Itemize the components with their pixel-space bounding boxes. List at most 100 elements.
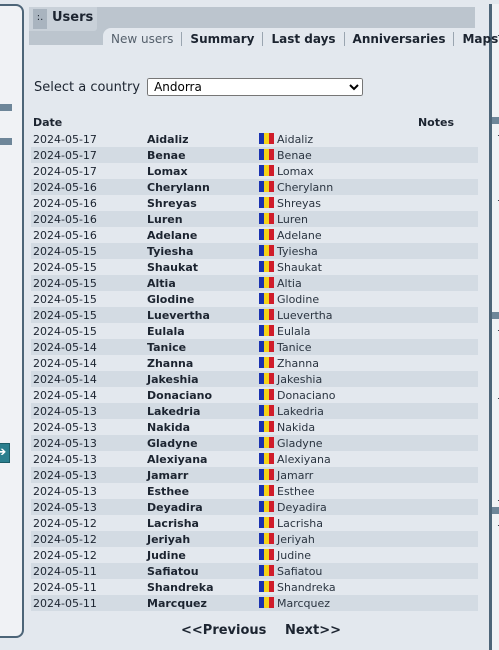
row-username[interactable]: Tanice (145, 339, 257, 355)
tab-maps[interactable]: Maps (454, 32, 499, 46)
row-username[interactable]: Donaciano (145, 387, 257, 403)
row-flag-name: Luevertha (277, 308, 333, 322)
row-username[interactable]: Shandreka (145, 579, 257, 595)
row-date: 2024-05-12 (33, 548, 97, 562)
row-username[interactable]: Jamarr (145, 467, 257, 483)
row-username[interactable]: Lacrisha (145, 515, 257, 531)
andorra-flag-icon (259, 404, 274, 416)
row-username[interactable]: Luevertha (145, 307, 257, 323)
andorra-flag-icon (259, 388, 274, 400)
table-row: 2024-05-15 Luevertha Luevertha (31, 307, 478, 323)
row-flag-name: Jamarr (277, 468, 314, 482)
row-date: 2024-05-13 (31, 467, 145, 483)
row-flag-cell: Tyiesha (257, 243, 478, 259)
right-sidebar-bar (492, 312, 499, 319)
row-username[interactable]: Esthee (145, 483, 257, 499)
table-row: 2024-05-14 Tanice Tanice (31, 339, 478, 355)
row-date: 2024-05-11 (31, 563, 145, 579)
table-row: 2024-05-11 Marcquez Marcquez (31, 595, 478, 611)
row-username[interactable]: Lomax (145, 163, 257, 179)
arrow-right-icon[interactable]: ➔ (0, 443, 10, 463)
andorra-flag-icon (259, 580, 274, 592)
tab-anniversaries[interactable]: Anniversaries (345, 31, 455, 46)
table-row: 2024-05-15 Altia Altia (31, 275, 478, 291)
table-row: 2024-05-13 Deyadira Deyadira (31, 499, 478, 515)
row-username[interactable]: Cherylann (145, 179, 257, 195)
next-link[interactable]: Next>> (285, 623, 341, 638)
row-flag-name: Tyiesha (277, 244, 318, 258)
notes-column-header: Notes (417, 115, 454, 129)
table-row: 2024-05-14 Jakeshia Jakeshia (31, 371, 478, 387)
row-username[interactable]: Glodine (145, 291, 257, 307)
left-sidebar: ➔ (0, 4, 24, 638)
row-username[interactable]: Jakeshia (145, 371, 257, 387)
row-username[interactable]: Gladyne (145, 435, 257, 451)
row-flag-name: Tanice (277, 340, 312, 354)
andorra-flag-icon (259, 180, 274, 192)
row-username[interactable]: Shreyas (145, 195, 257, 211)
row-username[interactable]: Deyadira (145, 499, 257, 515)
tab-last-days[interactable]: Last days (263, 31, 345, 46)
row-flag-name: Shaukat (277, 260, 322, 274)
row-date: 2024-05-12 (33, 516, 97, 530)
row-username[interactable]: Benae (145, 147, 257, 163)
table-row: 2024-05-13 Gladyne Gladyne (31, 435, 478, 451)
row-date: 2024-05-17 (33, 164, 97, 178)
row-date: 2024-05-16 (31, 179, 145, 195)
row-flag-name: Gladyne (277, 436, 323, 450)
row-flag-cell: Donaciano (257, 387, 478, 403)
andorra-flag-icon (259, 212, 274, 224)
row-username[interactable]: Nakida (145, 419, 257, 435)
row-flag-cell: Lacrisha (257, 515, 478, 531)
row-username[interactable]: Adelane (145, 227, 257, 243)
row-username[interactable]: Luren (145, 211, 257, 227)
row-date: 2024-05-12 (31, 531, 145, 547)
row-flag-name: Altia (277, 276, 302, 290)
andorra-flag-icon (259, 596, 274, 608)
row-username[interactable]: Zhanna (145, 355, 257, 371)
row-username[interactable]: Eulala (145, 323, 257, 339)
row-date: 2024-05-13 (31, 499, 145, 515)
row-flag-name: Safiatou (277, 564, 323, 578)
row-flag-name: Cherylann (277, 180, 334, 194)
row-flag-cell: Eulala (257, 323, 478, 339)
table-row: 2024-05-13 Lakedria Lakedria (31, 403, 478, 419)
row-date: 2024-05-11 (31, 595, 145, 611)
tab-summary[interactable]: Summary (182, 31, 264, 46)
country-select[interactable]: Andorra (147, 78, 364, 96)
row-username[interactable]: Judine (145, 547, 257, 563)
table-row: 2024-05-16 Luren Luren (31, 211, 478, 227)
andorra-flag-icon (259, 132, 274, 144)
andorra-flag-icon (259, 244, 274, 256)
row-date: 2024-05-15 (31, 275, 145, 291)
row-username[interactable]: Alexiyana (145, 451, 257, 467)
row-flag-cell: Shreyas (257, 195, 478, 211)
table-row: 2024-05-15 Eulala Eulala (31, 323, 478, 339)
row-username[interactable]: Tyiesha (145, 243, 257, 259)
andorra-flag-icon (259, 372, 274, 384)
andorra-flag-icon (259, 340, 274, 352)
row-flag-cell: Lomax (257, 163, 478, 179)
row-username[interactable]: Shaukat (145, 259, 257, 275)
row-flag-cell: Esthee (257, 483, 478, 499)
left-sidebar-bar (0, 138, 12, 145)
row-username[interactable]: Marcquez (145, 595, 257, 611)
row-flag-name: Judine (277, 548, 311, 562)
row-flag-cell: Benae (257, 147, 478, 163)
row-date: 2024-05-15 (31, 243, 145, 259)
row-username[interactable]: Jeriyah (145, 531, 257, 547)
previous-link[interactable]: <<Previous (181, 623, 266, 638)
row-date: 2024-05-14 (33, 388, 97, 402)
row-username[interactable]: Lakedria (145, 403, 257, 419)
row-username[interactable]: Altia (145, 275, 257, 291)
table-row: 2024-05-14 Donaciano Donaciano (31, 387, 478, 403)
andorra-flag-icon (259, 308, 274, 320)
andorra-flag-icon (259, 484, 274, 496)
tab-new-users[interactable]: New users (103, 31, 183, 46)
table-row: 2024-05-16 Shreyas Shreyas (31, 195, 478, 211)
row-flag-name: Luren (277, 212, 308, 226)
title-tab: :. Users (29, 7, 97, 31)
andorra-flag-icon (259, 452, 274, 464)
row-username[interactable]: Safiatou (145, 563, 257, 579)
row-username[interactable]: Aidaliz (145, 131, 257, 147)
